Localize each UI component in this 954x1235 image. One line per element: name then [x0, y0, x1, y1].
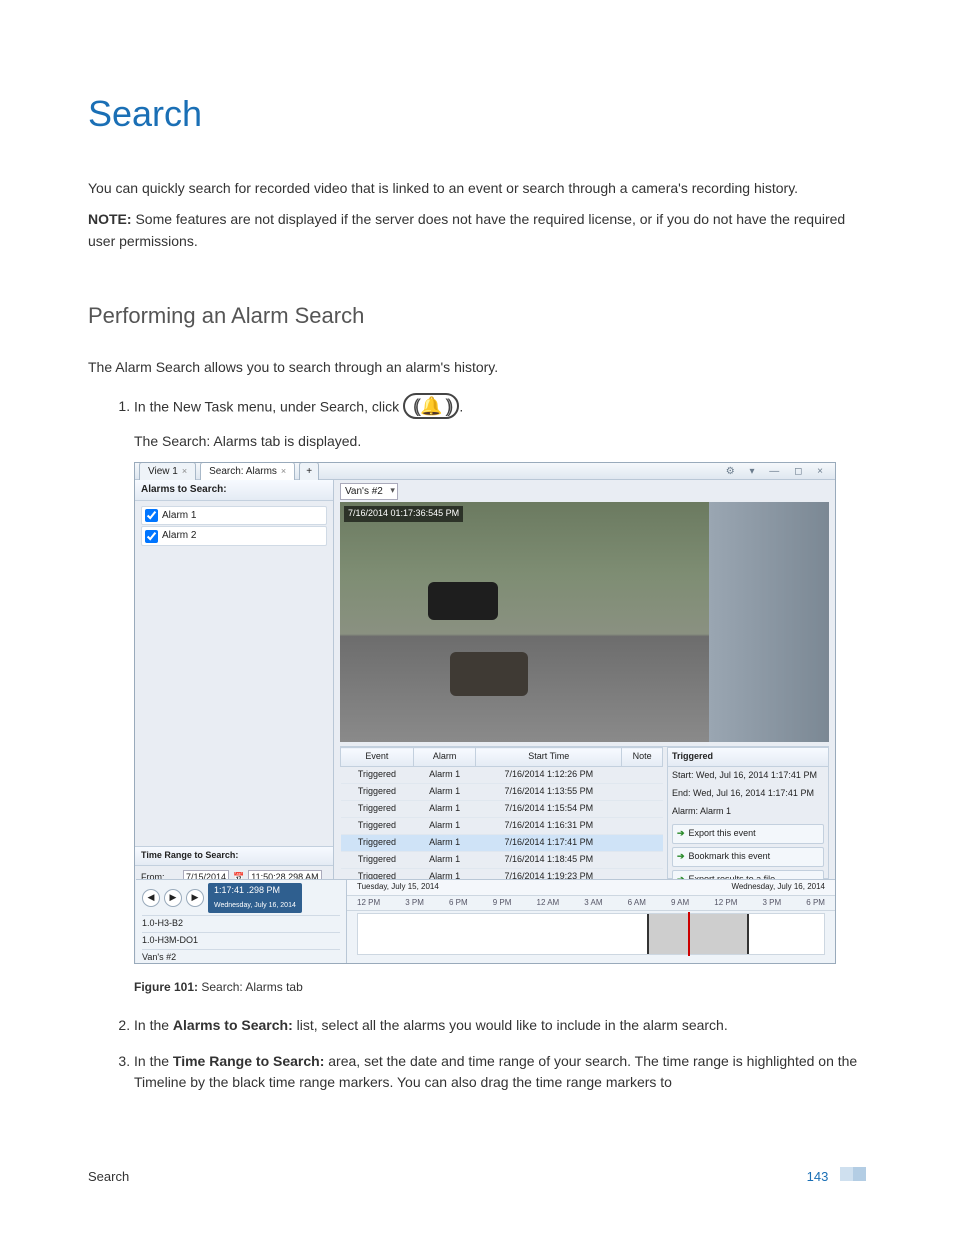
col-alarm[interactable]: Alarm: [413, 748, 475, 767]
export-event-button[interactable]: ➔Export this event: [672, 824, 824, 844]
window-tabbar: View 1 × Search: Alarms × + ⚙ ▾ — ◻ ×: [135, 463, 835, 480]
alarm-label: Alarm 1: [162, 508, 196, 524]
timeline-tick: 6 PM: [449, 897, 468, 909]
timeline-tick: 3 PM: [405, 897, 424, 909]
note-paragraph: NOTE: Some features are not displayed if…: [88, 209, 866, 252]
bookmark-event-button[interactable]: ➔Bookmark this event: [672, 847, 824, 867]
page-title: Search: [88, 86, 866, 142]
step3-bold: Time Range to Search:: [173, 1053, 324, 1069]
step1-followup: The Search: Alarms tab is displayed.: [134, 431, 866, 453]
details-start-label: Start:: [672, 770, 694, 780]
details-header: Triggered: [668, 748, 828, 767]
alarm-label: Alarm 2: [162, 528, 196, 544]
tab-search-alarms-label: Search: Alarms: [209, 464, 277, 480]
footer-decoration: [840, 1167, 866, 1181]
details-alarm-value: Alarm 1: [700, 806, 731, 816]
section-title: Performing an Alarm Search: [88, 299, 866, 333]
step-2: In the Alarms to Search: list, select al…: [134, 1015, 866, 1037]
timeline-row[interactable]: 1.0-H3M-DO1: [142, 932, 340, 949]
step3-pre: In the: [134, 1053, 173, 1069]
vehicle: [428, 582, 498, 620]
vehicle: [450, 652, 528, 696]
arrow-icon: ➔: [677, 827, 685, 841]
section-intro: The Alarm Search allows you to search th…: [88, 357, 866, 379]
alarm-checkbox-2[interactable]: Alarm 2: [141, 526, 327, 546]
camera-select[interactable]: Van's #2: [340, 483, 398, 501]
timeline-track-area[interactable]: Tuesday, July 15, 2014 Wednesday, July 1…: [347, 880, 835, 964]
timeline-tick: 12 AM: [537, 897, 560, 909]
note-label: NOTE:: [88, 211, 132, 227]
timeline-range-marker[interactable]: [647, 914, 750, 954]
tab-view1-label: View 1: [148, 464, 178, 480]
close-icon[interactable]: ×: [281, 465, 286, 479]
step-3: In the Time Range to Search: area, set t…: [134, 1051, 866, 1094]
table-row[interactable]: TriggeredAlarm 17/16/2014 1:16:31 PM: [341, 818, 663, 835]
timeline-row[interactable]: Van's #2: [142, 949, 340, 964]
details-end-value: Wed, Jul 16, 2014 1:17:41 PM: [693, 788, 814, 798]
alarms-to-search-header: Alarms to Search:: [135, 480, 333, 501]
step1-pre: In the New Task menu, under Search, clic…: [134, 398, 403, 414]
intro-paragraph: You can quickly search for recorded vide…: [88, 178, 866, 200]
page-footer: Search 143: [88, 1167, 866, 1187]
table-row[interactable]: TriggeredAlarm 17/16/2014 1:18:45 PM: [341, 851, 663, 868]
timeline-tick: 12 PM: [357, 897, 380, 909]
table-row[interactable]: TriggeredAlarm 17/16/2014 1:12:26 PM: [341, 767, 663, 784]
step2-bold: Alarms to Search:: [173, 1017, 293, 1033]
event-details-panel: Triggered Start: Wed, Jul 16, 2014 1:17:…: [667, 747, 829, 879]
tab-add[interactable]: +: [299, 462, 319, 480]
alarm-checkbox-1[interactable]: Alarm 1: [141, 506, 327, 526]
details-alarm-label: Alarm:: [672, 806, 698, 816]
timeline-row[interactable]: 1.0-H3-B2: [142, 915, 340, 932]
col-note[interactable]: Note: [622, 748, 663, 767]
step2-pre: In the: [134, 1017, 173, 1033]
footer-section: Search: [88, 1167, 129, 1187]
col-start[interactable]: Start Time: [476, 748, 622, 767]
arrow-icon: ➔: [677, 850, 685, 864]
table-row[interactable]: TriggeredAlarm 17/16/2014 1:17:41 PM: [341, 835, 663, 852]
window-controls[interactable]: ⚙ ▾ — ◻ ×: [726, 464, 829, 480]
timeline-tick: 9 AM: [671, 897, 689, 909]
footer-page-number: 143: [807, 1169, 829, 1184]
note-body: Some features are not displayed if the s…: [88, 211, 845, 249]
col-event[interactable]: Event: [341, 748, 414, 767]
alarm-bell-icon: 🔔: [403, 393, 459, 419]
video-timestamp: 7/16/2014 01:17:36:545 PM: [344, 506, 463, 522]
building: [709, 502, 829, 742]
timeline-tick: 12 PM: [714, 897, 737, 909]
video-preview[interactable]: 7/16/2014 01:17:36:545 PM: [340, 502, 829, 742]
step-1: In the New Task menu, under Search, clic…: [134, 395, 866, 997]
table-row[interactable]: TriggeredAlarm 17/16/2014 1:15:54 PM: [341, 801, 663, 818]
playback-play-button[interactable]: ▶: [164, 889, 182, 907]
timeline-date-left: Tuesday, July 15, 2014: [357, 881, 439, 893]
step1-post: .: [459, 398, 463, 414]
tab-search-alarms[interactable]: Search: Alarms ×: [200, 462, 295, 480]
timeline-tick: 3 AM: [584, 897, 602, 909]
timeline-tick: 6 PM: [806, 897, 825, 909]
timeline-date-right: Wednesday, July 16, 2014: [731, 881, 825, 893]
step2-post: list, select all the alarms you would li…: [293, 1017, 728, 1033]
timeline-tick: 9 PM: [493, 897, 512, 909]
figure-text: Search: Alarms tab: [198, 980, 303, 994]
tab-view1[interactable]: View 1 ×: [139, 462, 196, 480]
playback-prev-button[interactable]: ◀: [142, 889, 160, 907]
time-range-header: Time Range to Search:: [135, 847, 333, 866]
checkbox[interactable]: [145, 509, 158, 522]
table-row[interactable]: TriggeredAlarm 17/16/2014 1:19:23 PM: [341, 868, 663, 879]
screenshot-search-alarms: View 1 × Search: Alarms × + ⚙ ▾ — ◻ × Al…: [134, 462, 836, 964]
table-row[interactable]: TriggeredAlarm 17/16/2014 1:13:55 PM: [341, 784, 663, 801]
details-end-label: End:: [672, 788, 691, 798]
figure-label: Figure 101:: [134, 980, 198, 994]
close-icon[interactable]: ×: [182, 465, 187, 479]
playback-time: 1:17:41 .298 PM Wednesday, July 16, 2014: [208, 883, 302, 913]
timeline-track[interactable]: [357, 913, 825, 955]
details-start-value: Wed, Jul 16, 2014 1:17:41 PM: [696, 770, 817, 780]
playback-next-button[interactable]: ▶: [186, 889, 204, 907]
timeline-tick: 3 PM: [763, 897, 782, 909]
checkbox[interactable]: [145, 530, 158, 543]
figure-caption: Figure 101: Search: Alarms tab: [134, 978, 866, 997]
results-table[interactable]: Event Alarm Start Time Note TriggeredAla…: [340, 747, 663, 879]
timeline-tick: 6 AM: [628, 897, 646, 909]
